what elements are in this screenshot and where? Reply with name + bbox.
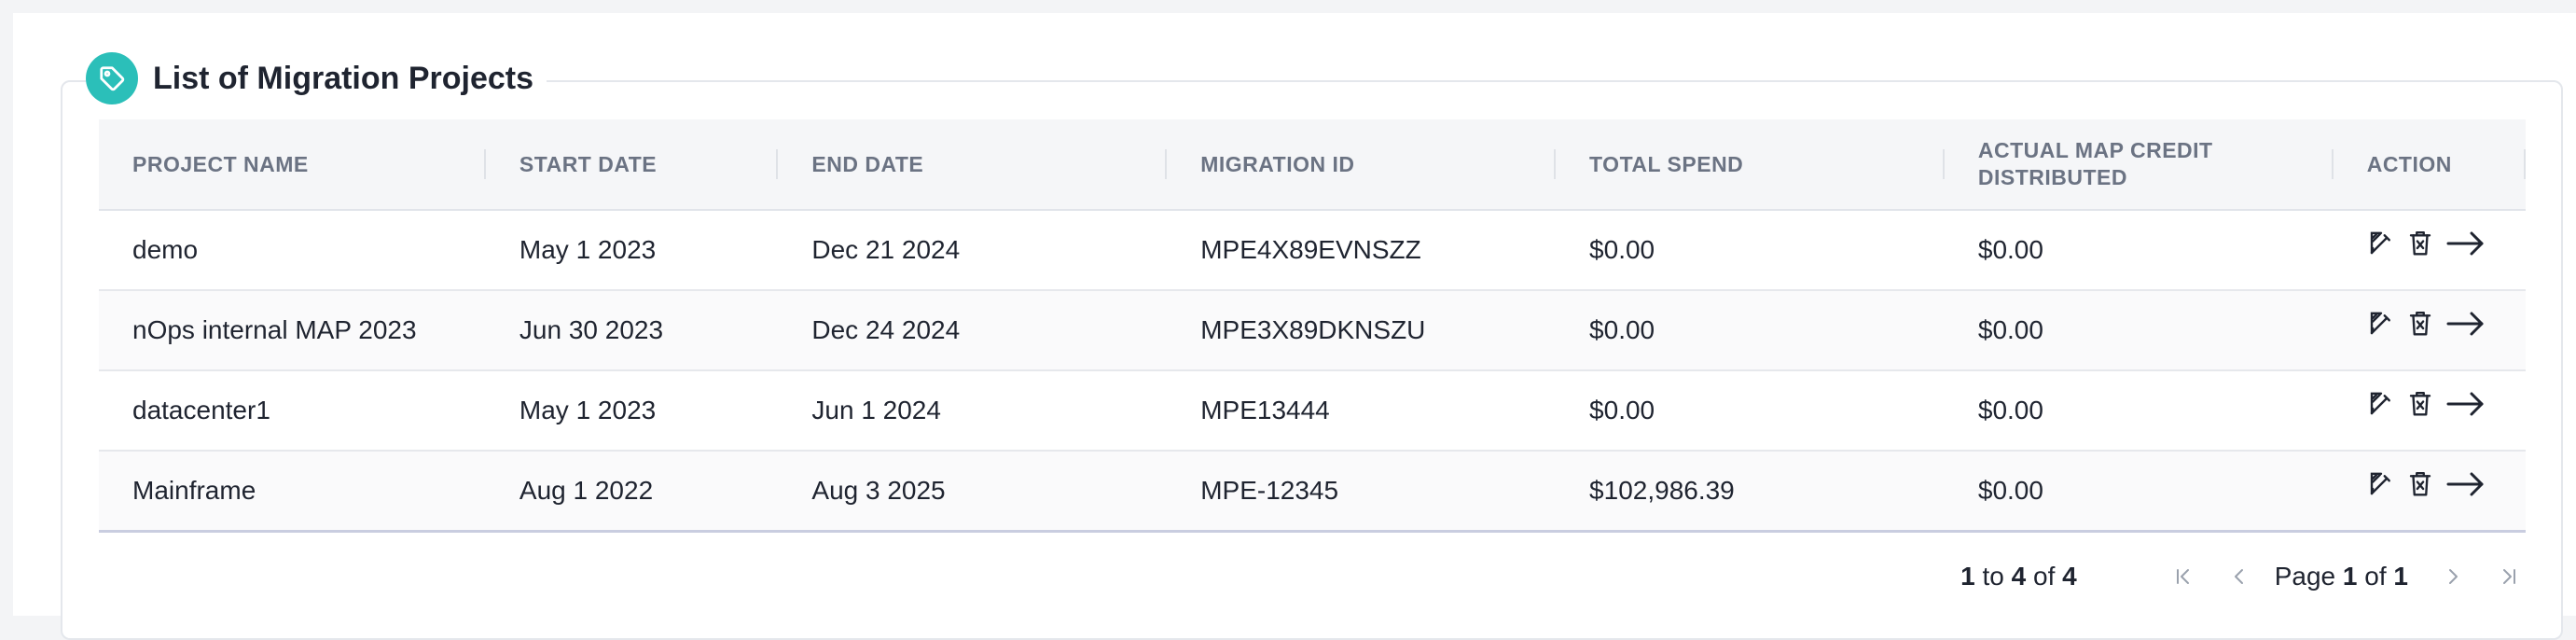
section-header: List of Migration Projects	[86, 50, 547, 106]
table-body: demo May 1 2023 Dec 21 2024 MPE4X89EVNSZ…	[99, 211, 2526, 533]
start-date-cell: May 1 2023	[519, 396, 657, 424]
arrow-right-icon[interactable]	[2445, 230, 2486, 257]
end-date-cell: Aug 3 2025	[811, 476, 946, 505]
project-name-cell: datacenter1	[132, 396, 270, 424]
edit-icon[interactable]	[2367, 230, 2395, 257]
migration-id-cell: MPE-12345	[1200, 476, 1339, 505]
arrow-right-icon[interactable]	[2445, 470, 2486, 498]
row-actions	[2367, 470, 2486, 498]
delete-icon[interactable]	[2408, 390, 2432, 418]
arrow-right-icon[interactable]	[2445, 390, 2486, 418]
delete-icon[interactable]	[2408, 310, 2432, 338]
map-credit-cell: $0.00	[1977, 396, 2043, 424]
edit-icon[interactable]	[2367, 470, 2395, 498]
row-actions	[2367, 390, 2486, 418]
first-page-icon[interactable]	[2172, 565, 2195, 588]
start-date-cell: Jun 30 2023	[519, 315, 664, 344]
total-spend-cell: $0.00	[1589, 235, 1655, 264]
row-actions	[2367, 230, 2486, 257]
table-header: PROJECT NAME START DATE END DATE MIGRATI…	[99, 119, 2527, 211]
column-header-end-date[interactable]: END DATE	[778, 119, 1168, 209]
projects-table: PROJECT NAME START DATE END DATE MIGRATI…	[99, 119, 2527, 533]
migration-id-cell: MPE13444	[1200, 396, 1330, 424]
column-header-project-name[interactable]: PROJECT NAME	[99, 119, 486, 209]
table-row[interactable]: nOps internal MAP 2023 Jun 30 2023 Dec 2…	[99, 291, 2526, 371]
table-row[interactable]: Mainframe Aug 1 2022 Aug 3 2025 MPE-1234…	[99, 452, 2526, 533]
last-page-icon[interactable]	[2498, 565, 2520, 588]
project-name-cell: nOps internal MAP 2023	[132, 315, 417, 344]
pagination: 1 to 4 of 4 Page 1 of 1	[99, 556, 2526, 597]
start-date-cell: Aug 1 2022	[519, 476, 654, 505]
tag-icon	[86, 52, 138, 104]
total-spend-cell: $0.00	[1589, 396, 1655, 424]
column-header-action[interactable]: ACTION	[2334, 119, 2527, 209]
map-credit-cell: $0.00	[1977, 315, 2043, 344]
arrow-right-icon[interactable]	[2445, 310, 2486, 338]
end-date-cell: Dec 21 2024	[811, 235, 961, 264]
map-credit-cell: $0.00	[1977, 235, 2043, 264]
edit-icon[interactable]	[2367, 310, 2395, 338]
map-credit-cell: $0.00	[1977, 476, 2043, 505]
edit-icon[interactable]	[2367, 390, 2395, 418]
total-spend-cell: $0.00	[1589, 315, 1655, 344]
column-header-start-date[interactable]: START DATE	[486, 119, 779, 209]
migration-id-cell: MPE3X89DKNSZU	[1200, 315, 1426, 344]
end-date-cell: Jun 1 2024	[811, 396, 941, 424]
start-date-cell: May 1 2023	[519, 235, 657, 264]
project-name-cell: Mainframe	[132, 476, 256, 505]
delete-icon[interactable]	[2408, 470, 2432, 498]
project-name-cell: demo	[132, 235, 199, 264]
prev-page-icon[interactable]	[2228, 565, 2251, 588]
next-page-icon[interactable]	[2442, 565, 2464, 588]
page-indicator: Page 1 of 1	[2274, 562, 2408, 591]
table-row[interactable]: datacenter1 May 1 2023 Jun 1 2024 MPE134…	[99, 371, 2526, 452]
total-spend-cell: $102,986.39	[1589, 476, 1735, 505]
column-header-migration-id[interactable]: MIGRATION ID	[1167, 119, 1556, 209]
column-header-map-credit[interactable]: ACTUAL MAP CREDIT DISTRIBUTED	[1945, 119, 2334, 209]
column-header-total-spend[interactable]: TOTAL SPEND	[1556, 119, 1945, 209]
row-actions	[2367, 310, 2486, 338]
table-row[interactable]: demo May 1 2023 Dec 21 2024 MPE4X89EVNSZ…	[99, 211, 2526, 291]
delete-icon[interactable]	[2408, 230, 2432, 257]
row-count-summary: 1 to 4 of 4	[1960, 562, 2077, 591]
migration-id-cell: MPE4X89EVNSZZ	[1200, 235, 1421, 264]
page-title: List of Migration Projects	[153, 60, 534, 96]
end-date-cell: Dec 24 2024	[811, 315, 961, 344]
